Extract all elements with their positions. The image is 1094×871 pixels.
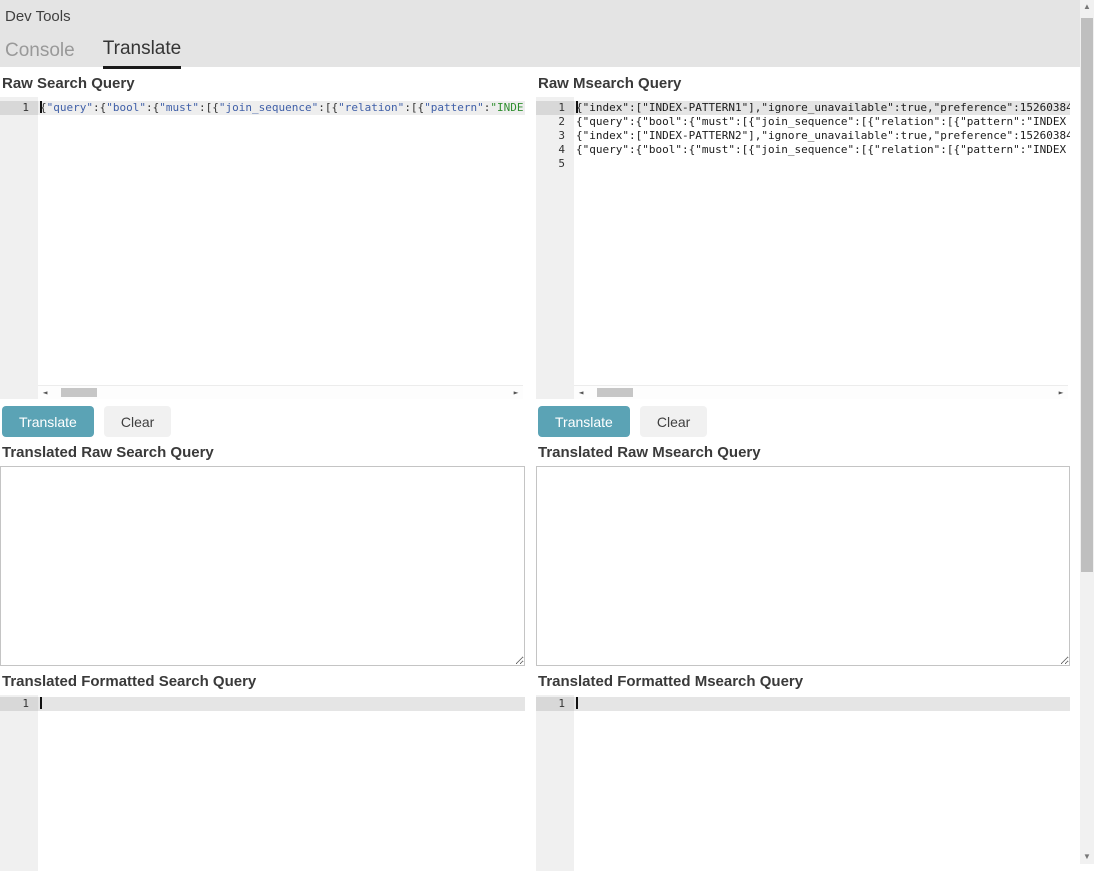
text-cursor — [576, 697, 578, 709]
code-line[interactable] — [574, 697, 1070, 711]
translated-raw-search-textarea[interactable] — [0, 466, 525, 666]
line-number-gutter: 1 — [536, 695, 574, 871]
text-cursor — [576, 101, 578, 113]
raw-msearch-query-editor[interactable]: 12345 {"index":["INDEX-PATTERN1"],"ignor… — [536, 97, 1070, 399]
code-line[interactable] — [574, 157, 1070, 171]
scroll-right-arrow-icon[interactable]: ► — [1054, 386, 1068, 400]
scroll-left-arrow-icon[interactable]: ◄ — [38, 386, 52, 400]
line-number-gutter: 1 — [0, 695, 38, 871]
line-number: 5 — [536, 157, 574, 171]
translate-msearch-button[interactable]: Translate — [538, 406, 630, 437]
header-bar: Dev Tools Console Translate — [0, 0, 1080, 67]
line-number: 1 — [0, 697, 38, 711]
translate-search-button[interactable]: Translate — [2, 406, 94, 437]
line-number: 2 — [536, 115, 574, 129]
code-line[interactable]: {"query":{"bool":{"must":[{"join_sequenc… — [38, 101, 525, 115]
scroll-down-arrow-icon[interactable]: ▼ — [1080, 850, 1094, 864]
scroll-left-arrow-icon[interactable]: ◄ — [574, 386, 588, 400]
scroll-up-arrow-icon[interactable]: ▲ — [1080, 0, 1094, 14]
app-title: Dev Tools — [5, 8, 71, 25]
tab-translate[interactable]: Translate — [103, 38, 182, 69]
scroll-right-arrow-icon[interactable]: ► — [509, 386, 523, 400]
translated-formatted-search-editor[interactable]: 1 — [0, 695, 525, 871]
code-lines[interactable]: {"index":["INDEX-PATTERN1"],"ignore_unav… — [574, 97, 1070, 171]
raw-msearch-query-label: Raw Msearch Query — [536, 76, 1070, 92]
page-scrollbar-thumb[interactable] — [1081, 18, 1093, 572]
line-number: 1 — [0, 101, 38, 115]
translate-page: Raw Search Query 1 {"query":{"bool":{"mu… — [0, 67, 1080, 871]
line-number-gutter: 1 — [0, 97, 38, 399]
scrollbar-track[interactable] — [588, 386, 1054, 399]
code-line[interactable]: {"query":{"bool":{"must":[{"join_sequenc… — [574, 143, 1070, 157]
line-number-gutter: 12345 — [536, 97, 574, 399]
translated-formatted-msearch-editor[interactable]: 1 — [536, 695, 1070, 871]
search-column: Raw Search Query 1 {"query":{"bool":{"mu… — [0, 67, 525, 871]
code-line[interactable] — [38, 697, 525, 711]
text-cursor — [40, 697, 42, 709]
line-number: 4 — [536, 143, 574, 157]
code-lines[interactable] — [38, 695, 525, 711]
code-lines[interactable]: {"query":{"bool":{"must":[{"join_sequenc… — [38, 97, 525, 115]
line-number: 3 — [536, 129, 574, 143]
scrollbar-thumb[interactable] — [597, 388, 633, 397]
scrollbar-track[interactable] — [52, 386, 509, 399]
scrollbar-thumb[interactable] — [61, 388, 97, 397]
editor-h-scrollbar[interactable]: ◄ ► — [574, 385, 1068, 399]
msearch-column: Raw Msearch Query 12345 {"index":["INDEX… — [536, 67, 1070, 871]
translated-raw-msearch-textarea[interactable] — [536, 466, 1070, 666]
editor-h-scrollbar[interactable]: ◄ ► — [38, 385, 523, 399]
translated-formatted-msearch-label: Translated Formatted Msearch Query — [536, 674, 1070, 690]
translated-formatted-search-label: Translated Formatted Search Query — [0, 674, 525, 690]
translated-raw-msearch-label: Translated Raw Msearch Query — [536, 445, 1070, 461]
tab-console[interactable]: Console — [5, 38, 75, 69]
page-scrollbar[interactable]: ▲ ▼ — [1080, 0, 1094, 864]
code-lines[interactable] — [574, 695, 1070, 711]
raw-search-query-editor[interactable]: 1 {"query":{"bool":{"must":[{"join_seque… — [0, 97, 525, 399]
msearch-actions: Translate Clear — [538, 406, 1070, 437]
raw-search-query-label: Raw Search Query — [0, 76, 525, 92]
translated-raw-search-label: Translated Raw Search Query — [0, 445, 525, 461]
search-actions: Translate Clear — [2, 406, 525, 437]
clear-search-button[interactable]: Clear — [104, 406, 171, 437]
line-number: 1 — [536, 697, 574, 711]
line-number: 1 — [536, 101, 574, 115]
text-cursor — [40, 101, 42, 113]
code-line[interactable]: {"index":["INDEX-PATTERN2"],"ignore_unav… — [574, 129, 1070, 143]
code-line[interactable]: {"index":["INDEX-PATTERN1"],"ignore_unav… — [574, 101, 1070, 115]
code-line[interactable]: {"query":{"bool":{"must":[{"join_sequenc… — [574, 115, 1070, 129]
tab-bar: Console Translate — [5, 38, 209, 69]
clear-msearch-button[interactable]: Clear — [640, 406, 707, 437]
